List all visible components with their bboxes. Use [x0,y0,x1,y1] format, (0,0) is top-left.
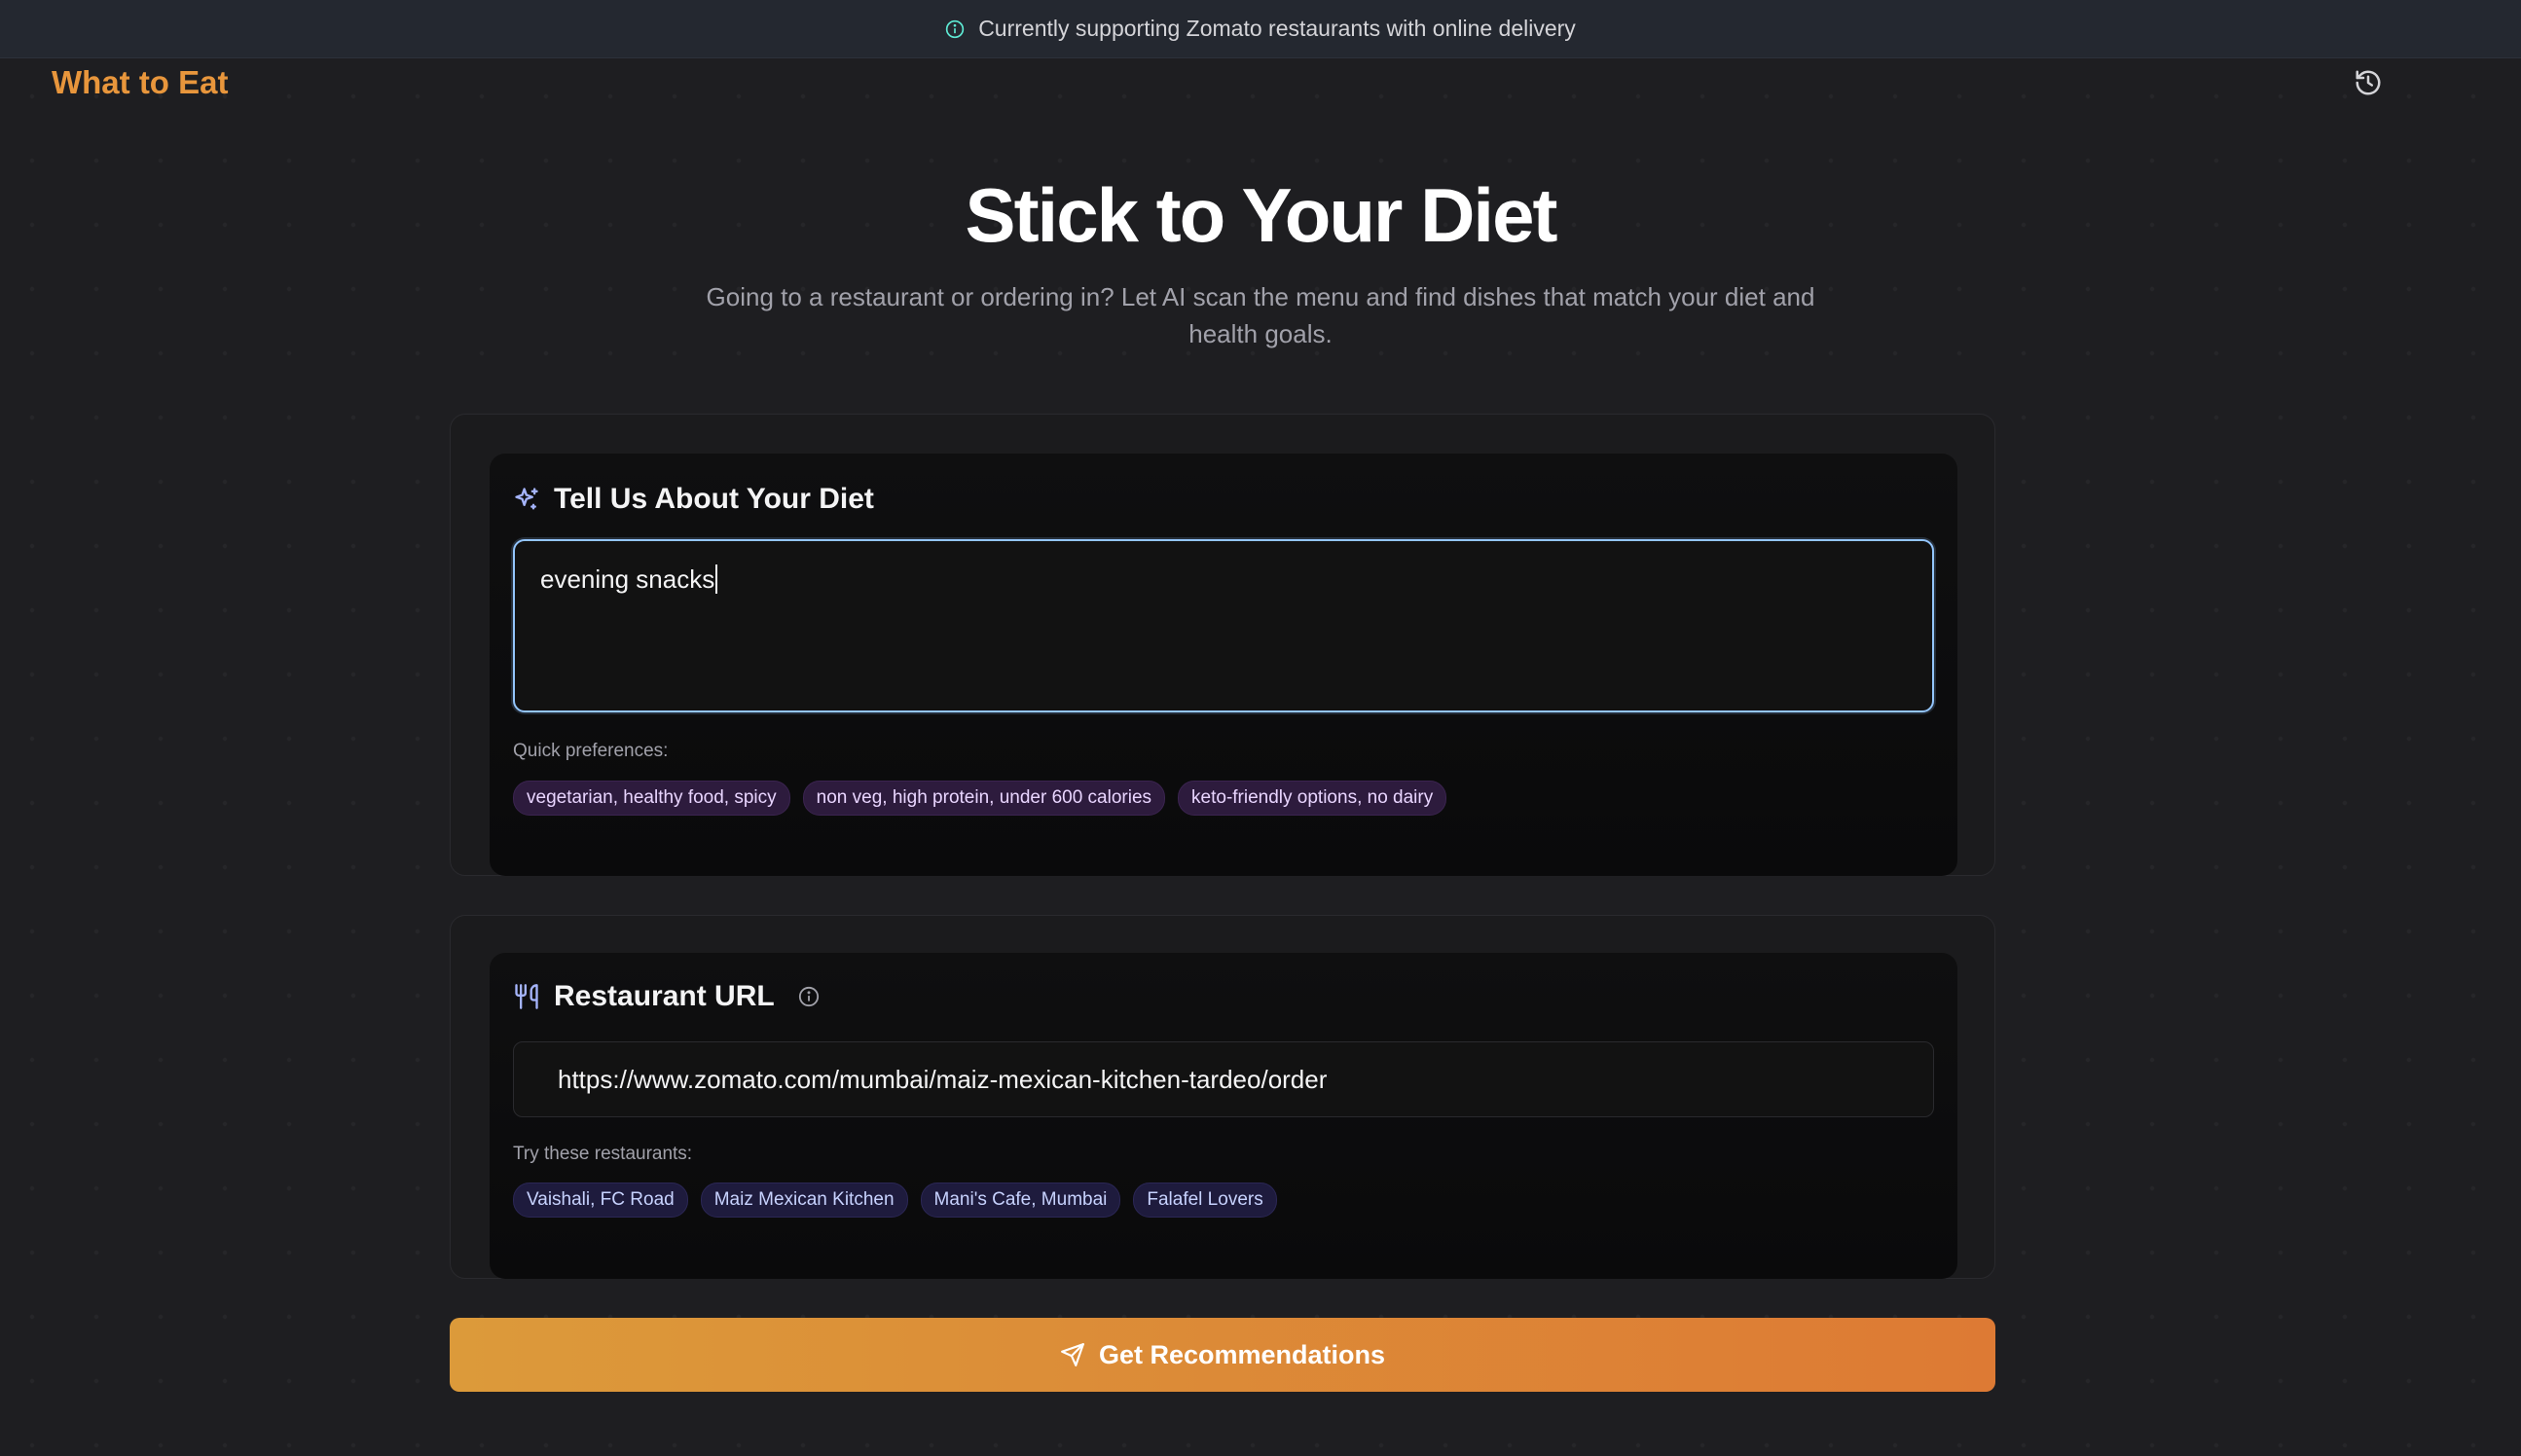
restaurant-chip[interactable]: Falafel Lovers [1133,1183,1277,1218]
restaurant-card: Restaurant URL https://www.zomato.com/mu… [490,953,1957,1279]
send-icon [1061,1343,1084,1366]
diet-textarea[interactable]: evening snacks [513,539,1934,712]
info-icon[interactable] [798,986,820,1007]
quick-preferences-label: Quick preferences: [513,741,669,761]
diet-input-value: evening snacks [540,564,715,594]
banner-text: Currently supporting Zomato restaurants … [978,16,1576,41]
page-subtitle: Going to a restaurant or ordering in? Le… [706,282,1815,348]
diet-card-title: Tell Us About Your Diet [554,483,874,515]
quick-preferences-chips: vegetarian, healthy food, spicy non veg,… [513,781,1447,816]
utensils-icon [515,984,538,1009]
restaurant-url-input[interactable]: https://www.zomato.com/mumbai/maiz-mexic… [513,1041,1934,1117]
diet-section: Tell Us About Your Diet evening snacks Q… [450,414,1995,876]
restaurant-url-value: https://www.zomato.com/mumbai/maiz-mexic… [558,1064,1328,1094]
quick-preference-chip[interactable]: non veg, high protein, under 600 calorie… [802,781,1166,816]
history-icon[interactable] [2354,68,2383,97]
get-recommendations-label: Get Recommendations [1098,1339,1386,1369]
top-banner: Currently supporting Zomato restaurants … [0,0,2521,58]
quick-preference-chip[interactable]: vegetarian, healthy food, spicy [513,781,790,816]
restaurant-chip[interactable]: Mani's Cafe, Mumbai [920,1183,1121,1218]
brand-logo[interactable]: What to Eat [52,64,228,101]
info-icon [946,19,965,38]
diet-card: Tell Us About Your Diet evening snacks Q… [490,454,1957,876]
restaurant-card-header: Restaurant URL [513,980,820,1013]
restaurant-chip[interactable]: Vaishali, FC Road [513,1183,688,1218]
diet-card-header: Tell Us About Your Diet [513,483,874,516]
text-caret [715,564,718,594]
get-recommendations-button[interactable]: Get Recommendations [450,1318,1995,1392]
quick-preference-chip[interactable]: keto-friendly options, no dairy [1178,781,1447,816]
restaurant-chips: Vaishali, FC Road Maiz Mexican Kitchen M… [513,1183,1277,1218]
page-title: Stick to Your Diet [965,172,1558,258]
restaurant-section: Restaurant URL https://www.zomato.com/mu… [450,915,1995,1279]
try-restaurants-label: Try these restaurants: [513,1144,693,1164]
sparkles-icon [515,488,538,510]
restaurant-chip[interactable]: Maiz Mexican Kitchen [700,1183,908,1218]
restaurant-card-title: Restaurant URL [554,980,775,1012]
